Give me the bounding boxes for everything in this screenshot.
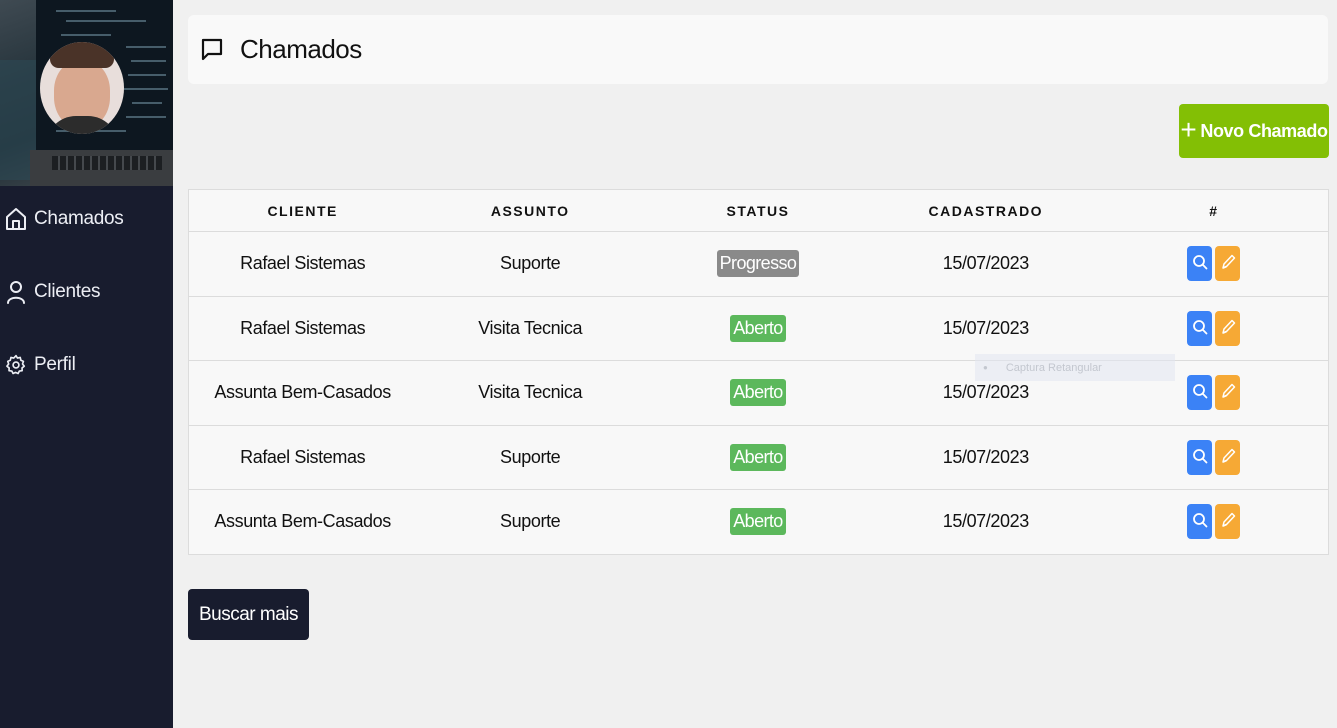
sidebar-item-chamados[interactable]: Chamados xyxy=(0,201,173,237)
table-row: Rafael Sistemas Suporte Progresso 15/07/202… xyxy=(188,231,1329,297)
edit-button[interactable] xyxy=(1215,504,1241,540)
view-button[interactable] xyxy=(1187,246,1213,282)
view-button[interactable] xyxy=(1187,375,1213,411)
column-header-status: STATUS xyxy=(644,189,872,232)
new-ticket-button[interactable]: + Novo Chamado xyxy=(1179,104,1329,158)
edit-icon xyxy=(1220,447,1236,468)
column-header-cliente: CLIENTE xyxy=(188,189,417,232)
message-icon xyxy=(201,38,223,60)
cell-actions xyxy=(1099,425,1329,490)
cell-cliente: Rafael Sistemas xyxy=(188,231,417,297)
search-icon xyxy=(1192,318,1208,339)
cell-assunto: Visita Tecnica xyxy=(416,296,645,361)
cell-cadastrado: 15/07/2023 xyxy=(942,511,1029,532)
sidebar-item-perfil[interactable]: Perfil xyxy=(0,347,173,383)
avatar xyxy=(40,33,124,151)
edit-icon xyxy=(1220,318,1236,339)
column-header-assunto: ASSUNTO xyxy=(416,189,645,232)
cell-cliente: Assunta Bem-Casados xyxy=(188,360,417,426)
cell-assunto: Suporte xyxy=(416,231,645,297)
cell-cliente: Rafael Sistemas xyxy=(188,296,417,361)
user-icon xyxy=(7,281,25,304)
gear-icon xyxy=(6,354,26,375)
sidebar-item-clientes[interactable]: Clientes xyxy=(0,274,173,310)
cell-assunto: Suporte xyxy=(416,425,645,490)
table-row: Rafael Sistemas Visita Tecnica Aberto 15/07… xyxy=(188,296,1329,361)
edit-button[interactable] xyxy=(1215,310,1241,346)
page-title: Chamados xyxy=(240,34,362,64)
edit-icon xyxy=(1220,253,1236,274)
search-icon xyxy=(1192,447,1208,468)
cell-cadastrado: 15/07/2023 xyxy=(871,425,1100,490)
view-button[interactable] xyxy=(1187,504,1213,540)
sidebar-item-label: Clientes xyxy=(34,281,101,302)
screen-capture-tooltip: ● Captura Retangular xyxy=(975,354,1175,381)
cell-assunto: Suporte xyxy=(500,511,561,532)
status-badge: Aberto xyxy=(730,379,786,407)
search-icon xyxy=(1192,511,1208,532)
cell-actions xyxy=(1100,490,1329,555)
status-badge: Progresso xyxy=(716,250,800,278)
table-header-row: CLIENTE ASSUNTO STATUS CADASTRADO # xyxy=(188,189,1329,232)
status-badge: Aberto xyxy=(730,508,786,536)
cell-assunto: Visita Tecnica xyxy=(416,360,645,426)
page-header: Chamados xyxy=(188,15,1328,84)
cell-actions xyxy=(1099,296,1329,361)
edit-icon xyxy=(1220,382,1236,403)
sidebar-nav: Chamados Clientes Perfil xyxy=(0,201,173,420)
sidebar: Chamados Clientes Perfil xyxy=(0,0,173,728)
search-icon xyxy=(1192,253,1208,274)
home-icon xyxy=(6,208,26,230)
plus-icon: + xyxy=(1180,114,1197,145)
cell-cliente: Rafael Sistemas xyxy=(188,425,417,490)
edit-icon xyxy=(1220,511,1236,532)
edit-button[interactable] xyxy=(1215,246,1241,282)
cell-actions xyxy=(1099,231,1329,297)
sidebar-item-label: Chamados xyxy=(34,208,124,229)
edit-button[interactable] xyxy=(1215,439,1241,475)
cell-cadastrado: 15/07/2023 xyxy=(871,296,1100,361)
sidebar-item-label: Perfil xyxy=(34,354,76,375)
tooltip-text: Captura Retangular xyxy=(1005,361,1102,374)
new-ticket-label: Novo Chamado xyxy=(1200,120,1328,141)
column-header-actions: # xyxy=(1099,189,1329,232)
load-more-button[interactable]: Buscar mais xyxy=(188,589,309,640)
status-badge: Aberto xyxy=(730,314,786,342)
cell-status: Aberto xyxy=(644,490,872,555)
cell-cadastrado: 15/07/2023 xyxy=(871,231,1100,297)
cell-status: Progresso xyxy=(644,231,872,297)
edit-button[interactable] xyxy=(1215,375,1241,411)
table-row: Rafael Sistemas Suporte Aberto 15/07/2023 xyxy=(188,425,1329,490)
cell-cliente: Assunta Bem-Casados xyxy=(214,511,391,532)
cell-status: Aberto xyxy=(644,296,872,361)
view-button[interactable] xyxy=(1187,439,1213,475)
column-header-cadastrado: CADASTRADO xyxy=(871,189,1100,232)
status-badge: Aberto xyxy=(730,443,786,471)
search-icon xyxy=(1192,382,1208,403)
table-row: Assunta Bem-Casados Suporte Aberto 15/07/20… xyxy=(189,490,1329,555)
cell-status: Aberto xyxy=(644,425,872,490)
cell-status: Aberto xyxy=(644,360,872,426)
view-button[interactable] xyxy=(1187,310,1213,346)
profile-banner xyxy=(0,0,173,186)
